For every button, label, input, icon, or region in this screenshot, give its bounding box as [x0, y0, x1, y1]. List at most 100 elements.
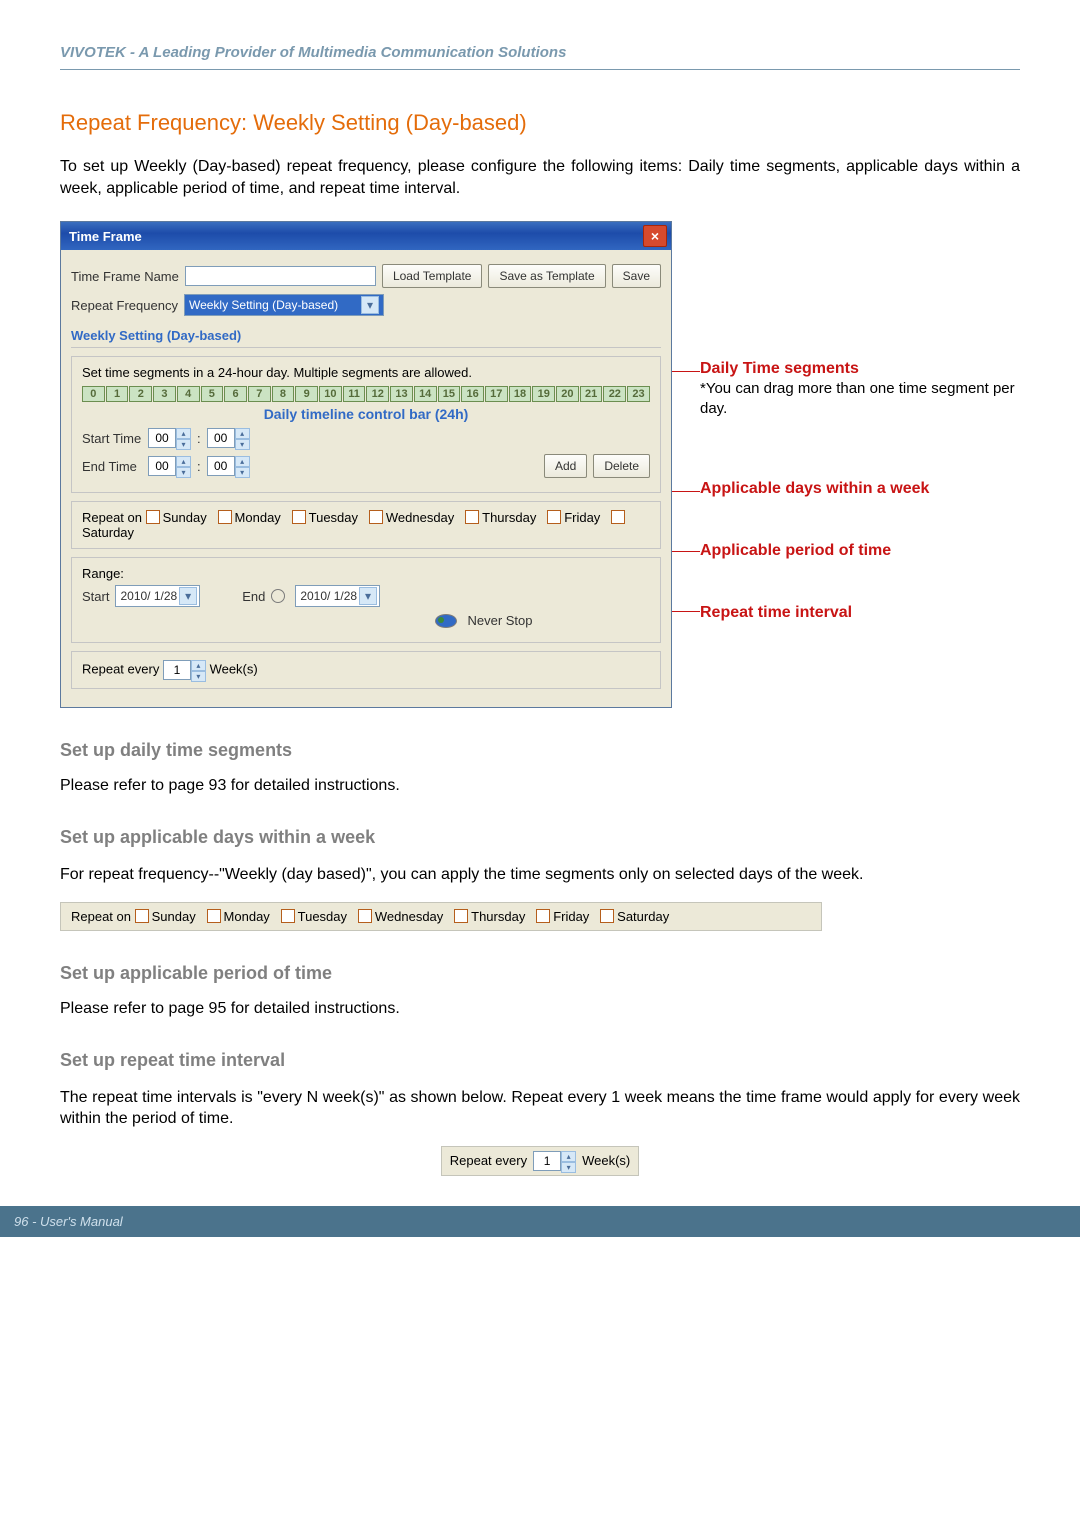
end-hour-value[interactable]: [148, 456, 176, 476]
down-icon[interactable]: ▾: [235, 439, 250, 450]
end-hour-spin[interactable]: ▴▾: [148, 456, 191, 476]
section-title: Repeat Frequency: Weekly Setting (Day-ba…: [60, 110, 1020, 136]
footer-text: 96 - User's Manual: [14, 1214, 123, 1229]
hour-cell: 1: [106, 386, 129, 402]
hour-cell: 11: [343, 386, 366, 402]
start-min-spin[interactable]: ▴▾: [207, 428, 250, 448]
never-stop-radio[interactable]: [435, 614, 457, 628]
start-label: Start: [82, 589, 109, 604]
down-icon[interactable]: ▾: [176, 467, 191, 478]
dialog-titlebar: Time Frame ×: [61, 222, 671, 250]
delete-button[interactable]: Delete: [593, 454, 650, 478]
timeline-24h[interactable]: 01234567891011121314151617181920212223: [82, 386, 650, 402]
close-icon[interactable]: ×: [643, 225, 667, 247]
end-min-spin[interactable]: ▴▾: [207, 456, 250, 476]
never-stop-label: Never Stop: [467, 613, 532, 628]
annot-interval: Repeat time interval: [700, 603, 852, 624]
up-icon[interactable]: ▴: [176, 456, 191, 467]
hour-cell: 2: [129, 386, 152, 402]
tuesday-label: Tuesday: [309, 510, 358, 525]
annot-daily-sub: *You can drag more than one time segment…: [700, 379, 1020, 418]
interval-unit: Week(s): [210, 662, 258, 677]
down-icon: ▾: [561, 1162, 576, 1173]
start-date-value: 2010/ 1/28: [118, 589, 179, 603]
running-header: VIVOTEK - A Leading Provider of Multimed…: [60, 44, 1020, 61]
monday-checkbox: [207, 909, 221, 923]
repeat-every-label: Repeat every: [450, 1153, 527, 1168]
intro-paragraph: To set up Weekly (Day-based) repeat freq…: [60, 156, 1020, 199]
thursday-label: Thursday: [482, 510, 536, 525]
sunday-checkbox[interactable]: [146, 510, 160, 524]
start-date-picker[interactable]: 2010/ 1/28▾: [115, 585, 200, 607]
end-min-value[interactable]: [207, 456, 235, 476]
tuesday-checkbox[interactable]: [292, 510, 306, 524]
page-footer: 96 - User's Manual: [0, 1206, 1080, 1237]
end-date-radio[interactable]: [271, 589, 285, 603]
start-min-value[interactable]: [207, 428, 235, 448]
up-icon[interactable]: ▴: [176, 428, 191, 439]
timeframe-name-label: Time Frame Name: [71, 269, 179, 284]
save-button[interactable]: Save: [612, 264, 661, 288]
chevron-down-icon: ▾: [359, 587, 377, 605]
h3-days: Set up applicable days within a week: [60, 827, 1020, 848]
colon: :: [197, 459, 201, 474]
annot-period: Applicable period of time: [700, 541, 891, 562]
start-hour-spin[interactable]: ▴▾: [148, 428, 191, 448]
wednesday-checkbox[interactable]: [369, 510, 383, 524]
chevron-down-icon: ▾: [179, 587, 197, 605]
up-icon[interactable]: ▴: [235, 456, 250, 467]
hour-cell: 5: [201, 386, 224, 402]
down-icon[interactable]: ▾: [191, 671, 206, 682]
sunday-checkbox: [135, 909, 149, 923]
time-frame-dialog: Time Frame × Time Frame Name Load Templa…: [60, 221, 672, 708]
repeat-freq-value: Weekly Setting (Day-based): [189, 298, 338, 312]
colon: :: [197, 431, 201, 446]
start-hour-value[interactable]: [148, 428, 176, 448]
hour-cell: 7: [248, 386, 271, 402]
save-template-button[interactable]: Save as Template: [488, 264, 605, 288]
interval-value[interactable]: [163, 660, 191, 680]
up-icon[interactable]: ▴: [235, 428, 250, 439]
p-interval: The repeat time intervals is "every N we…: [60, 1087, 1020, 1130]
range-panel: Range: Start 2010/ 1/28▾ End 2010/ 1/28▾…: [71, 557, 661, 643]
repeat-freq-select[interactable]: Weekly Setting (Day-based) ▾: [184, 294, 384, 316]
timeline-caption: Daily timeline control bar (24h): [82, 406, 650, 422]
end-label: End: [242, 589, 265, 604]
monday-checkbox[interactable]: [218, 510, 232, 524]
end-date-value: 2010/ 1/28: [298, 589, 359, 603]
add-button[interactable]: Add: [544, 454, 587, 478]
repeat-on-label: Repeat on: [71, 909, 135, 924]
segments-help: Set time segments in a 24-hour day. Mult…: [82, 365, 650, 380]
down-icon[interactable]: ▾: [235, 467, 250, 478]
saturday-checkbox: [600, 909, 614, 923]
thursday-checkbox[interactable]: [465, 510, 479, 524]
friday-checkbox[interactable]: [547, 510, 561, 524]
hour-cell: 3: [153, 386, 176, 402]
hour-cell: 23: [627, 386, 650, 402]
repeat-every-label: Repeat every: [82, 662, 163, 677]
h3-period: Set up applicable period of time: [60, 963, 1020, 984]
range-label: Range:: [82, 566, 650, 581]
up-icon[interactable]: ▴: [191, 660, 206, 671]
end-date-picker[interactable]: 2010/ 1/28▾: [295, 585, 380, 607]
repeat-on-panel: Repeat on Sunday Monday Tuesday Wednesda…: [71, 501, 661, 549]
hour-cell: 21: [580, 386, 603, 402]
down-icon[interactable]: ▾: [176, 439, 191, 450]
interval-spin[interactable]: ▴▾: [163, 660, 206, 680]
h3-interval: Set up repeat time interval: [60, 1050, 1020, 1071]
saturday-checkbox[interactable]: [611, 510, 625, 524]
thursday-checkbox: [454, 909, 468, 923]
monday-label: Monday: [235, 510, 281, 525]
p-days: For repeat frequency--"Weekly (day based…: [60, 864, 1020, 886]
p-daily: Please refer to page 93 for detailed ins…: [60, 777, 1020, 795]
hour-cell: 16: [461, 386, 484, 402]
hour-cell: 12: [366, 386, 389, 402]
start-time-label: Start Time: [82, 431, 142, 446]
timeframe-name-input[interactable]: [185, 266, 376, 286]
hour-cell: 17: [485, 386, 508, 402]
chevron-down-icon: ▾: [361, 296, 379, 314]
repeat-every-panel: Repeat every ▴▾ Week(s): [71, 651, 661, 689]
end-time-label: End Time: [82, 459, 142, 474]
sunday-label: Sunday: [163, 510, 207, 525]
load-template-button[interactable]: Load Template: [382, 264, 483, 288]
